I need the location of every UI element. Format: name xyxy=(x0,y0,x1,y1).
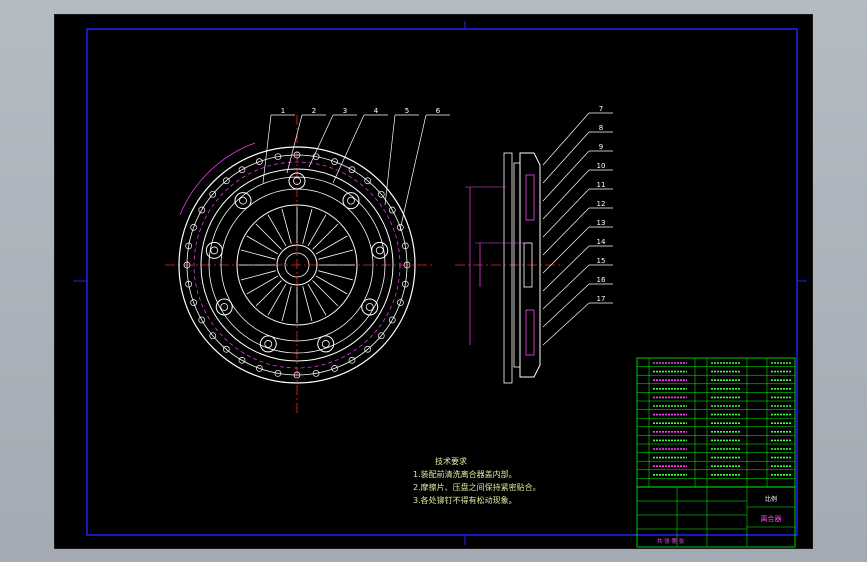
lug-hole xyxy=(264,340,273,348)
diaphragm-finger xyxy=(246,275,279,295)
balloon-label-8: 8 xyxy=(599,124,603,132)
section-flywheel-face xyxy=(503,152,513,384)
leader-line xyxy=(542,283,590,328)
diaphragm-finger xyxy=(307,283,327,316)
balloon-label-9: 9 xyxy=(599,143,603,151)
balloon-label-13: 13 xyxy=(597,219,606,227)
leader-line xyxy=(332,114,365,184)
diaphragm-finger xyxy=(315,275,348,295)
diaphragm-finger xyxy=(281,208,292,244)
section-view xyxy=(455,152,560,384)
balloon-label-7: 7 xyxy=(599,105,603,113)
section-spring-upper xyxy=(525,174,535,221)
lug-boss xyxy=(361,298,379,316)
parts-list-table: 离合器 比例共 张 第 张 xyxy=(636,357,796,548)
diaphragm-finger xyxy=(307,214,327,247)
diaphragm-finger xyxy=(240,270,276,281)
diaphragm-finger xyxy=(255,223,282,250)
cad-viewport[interactable]: 1 2 3 4 5 6 7 8 9 10 11 12 13 14 15 16 17 离合器 比例共 张 第 张 技… xyxy=(0,0,867,562)
diaphragm-finger xyxy=(318,249,354,260)
balloon-label-4: 4 xyxy=(374,107,379,115)
section-spring-lower xyxy=(525,309,535,356)
lug-boss xyxy=(317,335,335,353)
sheet-label: 共 张 第 张 xyxy=(657,537,685,545)
technical-notes: 技术要求 1.装配前清洗离合器盖内部。 2.摩擦片、压盘之间保持紧密贴合。 3.… xyxy=(413,455,541,507)
diaphragm-finger xyxy=(281,286,292,322)
lug-boss xyxy=(259,335,277,353)
note-item-3: 3.各处铆钉不得有松动现象。 xyxy=(413,496,517,505)
leader-line xyxy=(542,226,590,274)
lug-boss xyxy=(371,241,389,259)
balloon-label-15: 15 xyxy=(597,257,606,265)
lug-hole xyxy=(347,196,355,205)
diaphragm-finger xyxy=(267,283,287,316)
lug-hole xyxy=(210,246,219,255)
diaphragm-finger xyxy=(302,286,313,322)
drawing-name: 离合器 xyxy=(761,514,782,523)
lug-hole xyxy=(220,303,229,311)
balloon-label-11: 11 xyxy=(597,181,606,189)
balloon-label-6: 6 xyxy=(436,107,441,115)
leader-line xyxy=(399,114,427,231)
lug-boss xyxy=(215,298,233,316)
diaphragm-finger xyxy=(312,223,339,250)
lug-boss xyxy=(205,241,223,259)
balloon-label-17: 17 xyxy=(597,295,606,303)
balloon-label-3: 3 xyxy=(343,107,347,115)
drawing-sheet[interactable]: 1 2 3 4 5 6 7 8 9 10 11 12 13 14 15 16 17 离合器 比例共 张 第 张 技… xyxy=(54,14,813,549)
diaphragm-finger xyxy=(315,235,348,255)
lug-hole xyxy=(321,340,330,348)
leader-line xyxy=(542,207,590,256)
leader-line xyxy=(542,169,590,220)
diaphragm-finger xyxy=(255,280,282,307)
leader-line xyxy=(542,245,590,292)
leader-line xyxy=(542,264,590,310)
lug-hole xyxy=(239,196,247,205)
leader-line xyxy=(286,114,303,174)
balloon-label-5: 5 xyxy=(405,107,409,115)
front-view xyxy=(165,115,435,415)
diaphragm-finger xyxy=(312,280,339,307)
diaphragm-finger xyxy=(302,208,313,244)
scale-label: 比例 xyxy=(765,495,777,503)
diaphragm-finger xyxy=(240,249,276,260)
balloon-label-2: 2 xyxy=(312,107,316,115)
diaphragm-finger xyxy=(267,214,287,247)
part-balloons: 1 2 3 4 5 6 7891011121314151617 xyxy=(262,105,613,346)
leader-line xyxy=(542,188,590,238)
lug-hole xyxy=(365,303,374,311)
leader-line xyxy=(308,114,334,168)
leader-line xyxy=(542,302,590,346)
balloon-label-12: 12 xyxy=(597,200,606,208)
leader-line xyxy=(542,150,590,202)
balloon-label-1: 1 xyxy=(281,107,285,115)
notes-title: 技术要求 xyxy=(435,457,467,466)
balloon-label-10: 10 xyxy=(597,162,606,170)
diaphragm-finger xyxy=(246,235,279,255)
note-item-2: 2.摩擦片、压盘之间保持紧密贴合。 xyxy=(413,483,541,492)
lug-hole xyxy=(375,246,384,255)
note-item-1: 1.装配前清洗离合器盖内部。 xyxy=(413,470,517,479)
balloon-label-14: 14 xyxy=(597,238,606,246)
diaphragm-finger xyxy=(318,270,354,281)
balloon-label-16: 16 xyxy=(597,276,606,284)
